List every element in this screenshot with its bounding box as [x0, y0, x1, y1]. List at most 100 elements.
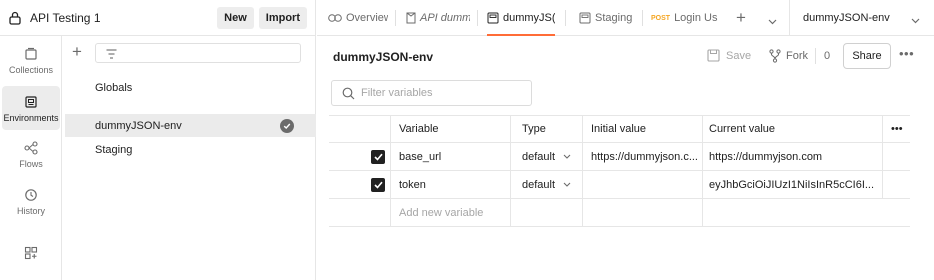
environment-tab-icon: [487, 12, 499, 24]
current-value: eyJhbGciOiJIUzI1NiIsInR5cCI6I...: [709, 178, 875, 191]
empty-current-cell[interactable]: [702, 199, 882, 226]
environment-editor: dummyJSON-env Save Fork 0 Share ••• Vari…: [317, 37, 934, 280]
tab-label: API dumm: [420, 12, 470, 24]
environments-icon: [23, 94, 39, 110]
type-select[interactable]: default: [510, 171, 582, 198]
environment-item-staging[interactable]: Staging: [65, 138, 316, 161]
environment-selector[interactable]: dummyJSON-env: [789, 0, 934, 36]
variable-name-cell[interactable]: token: [390, 171, 510, 198]
api-icon: [406, 12, 416, 24]
checkbox-cell: [329, 143, 390, 170]
fork-button[interactable]: Fork 0: [769, 48, 831, 64]
sidebar-item-environments[interactable]: Environments: [2, 86, 60, 130]
row-spacer-cell: [882, 199, 910, 226]
new-variable-input[interactable]: Add new variable: [390, 199, 510, 226]
initial-value-cell[interactable]: [582, 171, 702, 198]
new-button[interactable]: New: [217, 6, 254, 29]
sidebar-item-label: Flows: [19, 158, 43, 169]
empty-type-cell[interactable]: [510, 199, 582, 226]
tab-dummyjson-env[interactable]: dummyJS(: [487, 0, 555, 36]
lock-icon: [8, 11, 22, 25]
overview-icon: [328, 13, 342, 23]
tab-separator: [642, 10, 643, 26]
variables-table: Variable Type Initial value Current valu…: [329, 115, 910, 227]
environment-item-globals[interactable]: Globals: [65, 76, 316, 99]
save-icon: [707, 49, 720, 62]
tab-separator: [477, 10, 478, 26]
tab-separator: [395, 10, 396, 26]
search-icon: [342, 87, 355, 100]
environment-item-label: Staging: [95, 143, 133, 156]
current-value-cell[interactable]: eyJhbGciOiJIUzI1NiIsInR5cCI6I...: [702, 171, 882, 198]
tab-login-user[interactable]: POST Login Us: [651, 0, 721, 36]
flows-icon: [23, 140, 39, 156]
empty-initial-cell[interactable]: [582, 199, 702, 226]
chevron-down-icon: [563, 182, 571, 187]
collections-icon: [23, 46, 39, 62]
column-header-variable: Variable: [390, 116, 510, 142]
tab-api[interactable]: API dumm: [406, 0, 470, 36]
column-header-current-value: Current value: [702, 116, 882, 142]
fork-icon: [769, 49, 781, 63]
workspace-title[interactable]: API Testing 1: [30, 11, 212, 25]
filter-variables-field[interactable]: [331, 80, 532, 106]
sidebar-item-label: Environments: [3, 112, 59, 123]
initial-value-cell[interactable]: https://dummyjson.c...: [582, 143, 702, 170]
configure-workbench-icon: [23, 245, 39, 261]
checkbox-cell: [329, 199, 390, 226]
environment-item-label: Globals: [95, 81, 133, 94]
environment-item-label: dummyJSON-env: [95, 119, 182, 132]
environment-name[interactable]: dummyJSON-env: [333, 50, 433, 64]
add-environment-icon[interactable]: +: [72, 43, 82, 60]
sidebar-item-label: History: [16, 205, 45, 216]
enabled-checkbox[interactable]: [371, 149, 385, 164]
save-button[interactable]: Save: [707, 49, 751, 62]
sidebar-item-flows[interactable]: Flows: [2, 132, 60, 176]
more-options-icon[interactable]: •••: [899, 46, 914, 61]
row-spacer-cell: [882, 171, 910, 198]
new-tab-icon[interactable]: +: [736, 9, 746, 26]
post-method-badge: POST: [651, 14, 671, 22]
checkbox-cell: [329, 171, 390, 198]
tab-overview[interactable]: Overview: [328, 0, 388, 36]
environment-list-panel: + Globals dummyJSON-env Staging: [63, 36, 316, 280]
column-options-icon[interactable]: •••: [882, 116, 910, 142]
type-select[interactable]: default: [510, 143, 582, 170]
variable-name-cell[interactable]: base_url: [390, 143, 510, 170]
current-value-cell[interactable]: https://dummyjson.com: [702, 143, 882, 170]
sidebar-item-configure[interactable]: [2, 232, 60, 276]
new-variable-row: Add new variable: [329, 199, 910, 227]
active-environment-check-icon[interactable]: [280, 119, 294, 133]
fork-count: 0: [824, 50, 831, 62]
initial-value: https://dummyjson.c...: [591, 150, 698, 163]
tab-list-chevron-down-icon[interactable]: [768, 14, 777, 28]
table-row: base_url default https://dummyjson.c... …: [329, 143, 910, 171]
workspace-header: API Testing 1 New Import: [0, 0, 316, 36]
filter-variables-input[interactable]: [361, 87, 521, 99]
table-header-row: Variable Type Initial value Current valu…: [329, 115, 910, 143]
enabled-checkbox[interactable]: [371, 177, 385, 192]
tab-bar: Overview API dumm dummyJS( Staging POST …: [317, 0, 934, 36]
environment-item-dummyjson-env[interactable]: dummyJSON-env: [65, 114, 316, 137]
tab-label: Overview: [346, 12, 388, 24]
tab-staging[interactable]: Staging: [579, 0, 639, 36]
row-spacer-cell: [882, 143, 910, 170]
variable-name: base_url: [399, 150, 442, 163]
tab-label: Staging: [595, 12, 633, 24]
fork-label: Fork: [786, 50, 808, 62]
share-button[interactable]: Share: [843, 43, 891, 69]
history-icon: [23, 187, 39, 203]
tab-label: Login Us: [674, 12, 718, 24]
sidebar-item-collections[interactable]: Collections: [2, 38, 60, 82]
variable-name: token: [399, 178, 426, 191]
environment-tab-icon: [579, 12, 591, 24]
sidebar-item-history[interactable]: History: [2, 179, 60, 223]
type-value: default: [522, 150, 556, 163]
environment-filter-input[interactable]: [95, 43, 301, 63]
sidebar-rail: Collections Environments Flows History: [0, 36, 62, 280]
save-label: Save: [726, 49, 752, 62]
current-value: https://dummyjson.com: [709, 150, 823, 163]
table-row: token default eyJhbGciOiJIUzI1NiIsInR5cC…: [329, 171, 910, 199]
import-button[interactable]: Import: [258, 6, 307, 29]
header-checkbox-cell: [329, 116, 390, 142]
